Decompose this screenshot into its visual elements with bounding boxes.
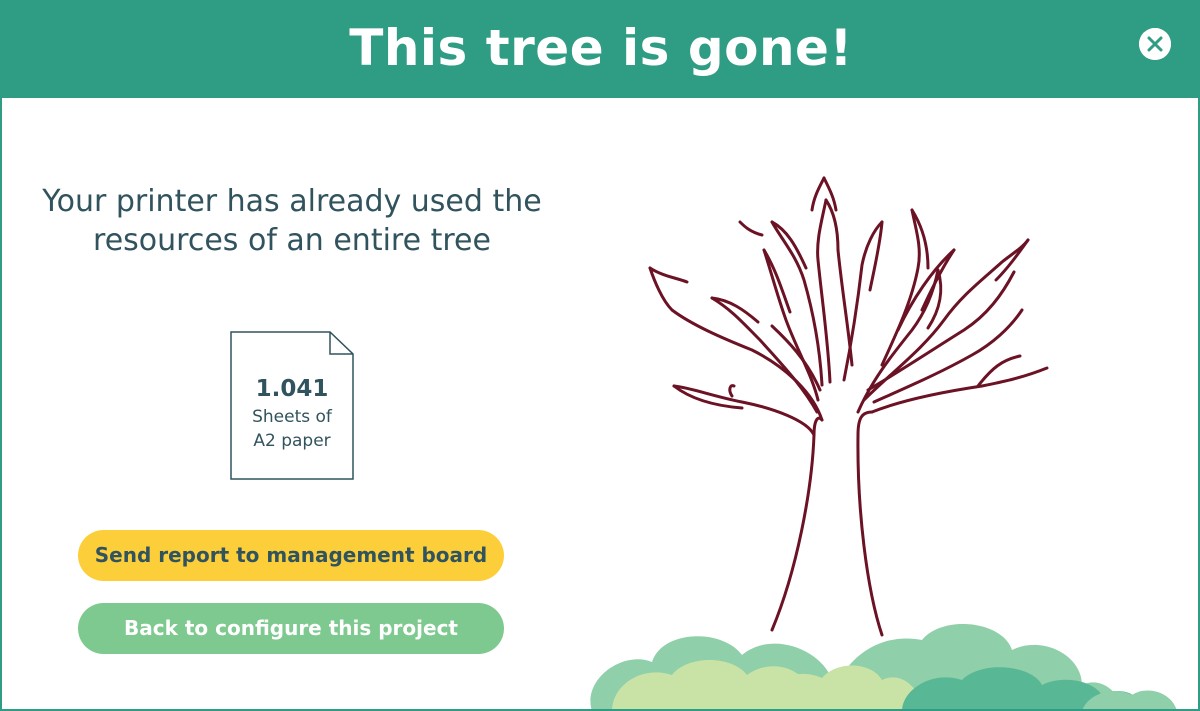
sheet-description: Sheets of A2 paper — [252, 407, 332, 451]
close-icon — [1139, 28, 1171, 60]
dialog: This tree is gone! Your printer has alre… — [0, 0, 1200, 711]
close-button[interactable] — [1139, 28, 1171, 60]
send-report-button[interactable]: Send report to management board — [78, 530, 504, 581]
tree-message: Your printer has already used the resour… — [42, 184, 542, 258]
dialog-header: This tree is gone! — [2, 0, 1198, 98]
back-to-configure-button[interactable]: Back to configure this project — [78, 603, 504, 654]
paper-sheet-card: 1.041 Sheets of A2 paper — [230, 331, 354, 480]
sheet-count: 1.041 — [255, 376, 329, 402]
dialog-title: This tree is gone! — [349, 19, 853, 77]
bare-tree-illustration — [590, 176, 1177, 709]
